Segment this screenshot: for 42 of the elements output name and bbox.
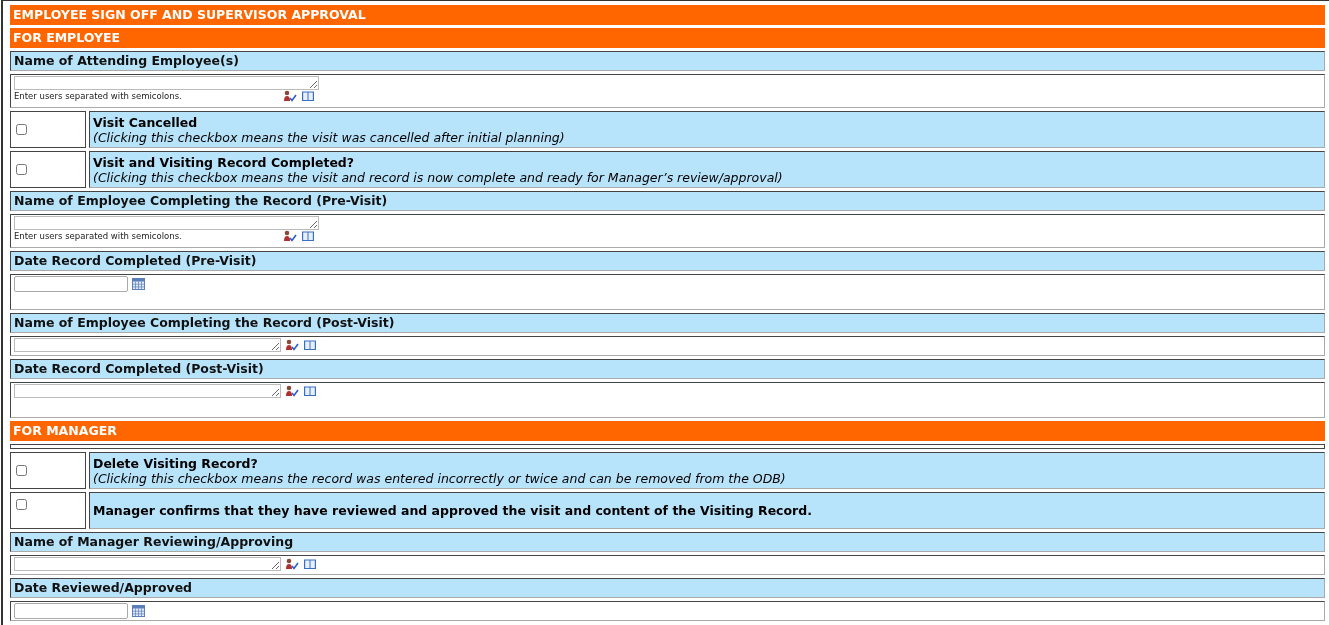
check-names-icon[interactable]	[285, 339, 299, 351]
section-header: EMPLOYEE SIGN OFF AND SUPERVISOR APPROVAL	[10, 5, 1325, 25]
checkbox-note: (Clicking this checkbox means the record was entered incorrectly or twice and can be removed from the ODB)	[93, 470, 787, 486]
checkbox-note: (Clicking this checkbox means the visit was cancelled after initial planning)	[93, 129, 566, 145]
address-book-icon[interactable]	[303, 339, 317, 351]
people-input-field[interactable]	[14, 216, 319, 230]
address-book-icon[interactable]	[303, 385, 317, 397]
checkbox-title: Delete Visiting Record?	[93, 455, 259, 471]
address-book-icon[interactable]	[301, 230, 315, 242]
checkbox-title: Visit Cancelled	[93, 114, 199, 130]
date-input-field[interactable]	[14, 603, 128, 619]
field-label: Name of Employee Completing the Record (Pre-Visit)	[10, 191, 1325, 211]
people-input-field[interactable]	[14, 76, 319, 90]
checkbox[interactable]	[16, 499, 27, 510]
checkbox-note: (Clicking this checkbox means the visit and record is now complete and ready for Manager’s review/approval)	[93, 169, 784, 185]
check-names-icon[interactable]	[283, 230, 297, 242]
field-label: Name of Attending Employee(s)	[10, 51, 1325, 71]
people-input-field[interactable]	[14, 338, 281, 352]
field-label: Name of Employee Completing the Record (Post-Visit)	[10, 313, 1325, 333]
checkbox-title: Visit and Visiting Record Completed?	[93, 154, 356, 170]
field-label: Name of Manager Reviewing/Approving	[10, 532, 1325, 552]
hint-text: Enter users separated with semicolons.	[14, 91, 183, 101]
hint-text: Enter users separated with semicolons.	[14, 231, 183, 241]
checkbox-title: Manager confirms that they have reviewed and approved the visit and content of the Visiting Record.	[93, 503, 813, 518]
checkbox[interactable]	[16, 124, 27, 135]
calendar-icon[interactable]	[132, 278, 145, 290]
field-label: Date Record Completed (Post-Visit)	[10, 359, 1325, 379]
checkbox[interactable]	[16, 465, 27, 476]
check-names-icon[interactable]	[285, 558, 299, 570]
field-label: Date Record Completed (Pre-Visit)	[10, 251, 1325, 271]
calendar-icon[interactable]	[132, 605, 145, 617]
section-header: FOR MANAGER	[10, 421, 1325, 441]
people-input-field[interactable]	[14, 384, 281, 398]
check-names-icon[interactable]	[283, 90, 297, 102]
people-input-field[interactable]	[14, 557, 281, 571]
checkbox[interactable]	[16, 164, 27, 175]
section-header: FOR EMPLOYEE	[10, 28, 1325, 48]
address-book-icon[interactable]	[303, 558, 317, 570]
address-book-icon[interactable]	[301, 90, 315, 102]
field-label: Date Reviewed/Approved	[10, 578, 1325, 598]
check-names-icon[interactable]	[285, 385, 299, 397]
date-input-field[interactable]	[14, 276, 128, 292]
